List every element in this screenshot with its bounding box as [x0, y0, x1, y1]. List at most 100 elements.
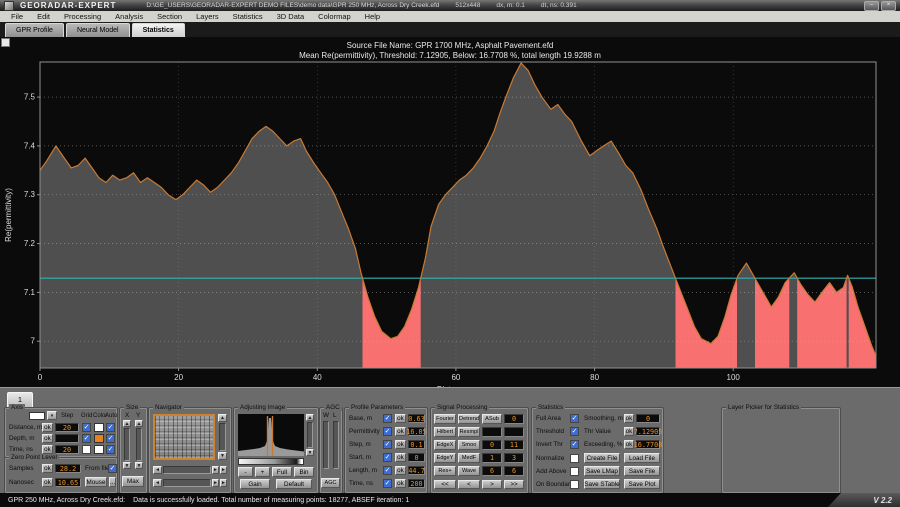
save-lmap-button[interactable]: Save LMap: [584, 466, 620, 476]
samples-ok-button[interactable]: ok: [42, 464, 53, 473]
step-value-field[interactable]: 0.1: [408, 440, 425, 449]
fourier-button[interactable]: Fourier: [434, 414, 456, 424]
navigator-h1-left-button[interactable]: ◄: [153, 466, 162, 474]
axis-distance-grid-checkbox[interactable]: [82, 423, 91, 432]
contrast-plus-button[interactable]: +: [255, 467, 270, 477]
time-ok-button[interactable]: ok: [395, 479, 406, 488]
nanosec-ok-button[interactable]: ok: [42, 478, 53, 487]
axis-header-button[interactable]: ▾: [47, 411, 57, 420]
wave-field2[interactable]: 6: [504, 466, 524, 476]
size-max-button[interactable]: Max: [122, 476, 144, 487]
edgex-button[interactable]: EdgeX: [434, 440, 456, 450]
signal-prev-button[interactable]: <: [458, 480, 480, 489]
invert-thr-checkbox[interactable]: [570, 440, 579, 449]
axis-depth-auto-checkbox[interactable]: [106, 434, 115, 443]
resmpl-field1[interactable]: [482, 427, 502, 437]
size-y-down-button[interactable]: ▼: [135, 462, 143, 469]
start-value-field[interactable]: 0: [408, 453, 425, 462]
menu-statistics[interactable]: Statistics: [226, 12, 270, 21]
menu-analysis[interactable]: Analysis: [108, 12, 150, 21]
navigator-h2-left-button[interactable]: ◄: [153, 479, 162, 487]
navigator-v-scrollbar[interactable]: [219, 423, 226, 451]
samples-value-field[interactable]: 28.2: [55, 464, 81, 473]
size-x-up-button[interactable]: ▲: [123, 420, 131, 427]
normalize-checkbox[interactable]: [570, 454, 579, 463]
threshold-checkbox[interactable]: [570, 427, 579, 436]
step-checkbox[interactable]: [383, 440, 392, 449]
signal-last-button[interactable]: >>: [504, 480, 524, 489]
save-stable-button[interactable]: Save STable: [584, 479, 620, 489]
size-y-up-button[interactable]: ▲: [135, 420, 143, 427]
exceeding-ok-button[interactable]: ok: [624, 440, 634, 449]
asub-button[interactable]: ASub: [482, 414, 502, 424]
menu-layers[interactable]: Layers: [189, 12, 226, 21]
menu-3d-data[interactable]: 3D Data: [270, 12, 312, 21]
default-button[interactable]: Default: [276, 479, 312, 489]
axis-time-grid-checkbox[interactable]: [82, 445, 91, 454]
gain-button[interactable]: Gain: [240, 479, 270, 489]
histogram-v-scrollbar[interactable]: [307, 422, 313, 448]
permittivity-value-field[interactable]: 16.05: [408, 427, 425, 436]
mouse-button[interactable]: Mouse: [85, 477, 107, 487]
axis-distance-auto-checkbox[interactable]: [106, 423, 115, 432]
menu-edit[interactable]: Edit: [30, 12, 57, 21]
permittivity-ok-button[interactable]: ok: [395, 427, 406, 436]
navigator-h2-right2-button[interactable]: ►: [220, 479, 227, 487]
smoo-button[interactable]: Smoo: [458, 440, 480, 450]
menu-colormap[interactable]: Colormap: [311, 12, 358, 21]
navigator-h1-right2-button[interactable]: ►: [220, 466, 227, 474]
navigator-h1-scrollbar[interactable]: [163, 466, 211, 474]
agc-l-slider[interactable]: [333, 421, 339, 469]
from-file-checkbox[interactable]: [108, 464, 117, 473]
length-ok-button[interactable]: ok: [395, 466, 406, 475]
base-ok-button[interactable]: ok: [395, 414, 406, 423]
contrast-minus-button[interactable]: -: [238, 467, 253, 477]
axis-time-auto-checkbox[interactable]: [106, 445, 115, 454]
menu-section[interactable]: Section: [150, 12, 189, 21]
navigator-h2-right-button[interactable]: ►: [212, 479, 219, 487]
wave-field1[interactable]: 6: [482, 466, 502, 476]
axis-depth-color-swatch[interactable]: [94, 434, 104, 443]
medf-field1[interactable]: 1: [482, 453, 502, 463]
navigator-h2-scrollbar[interactable]: [163, 479, 211, 487]
axis-depth-step-field[interactable]: [55, 434, 79, 443]
axis-distance-ok-button[interactable]: ok: [42, 423, 53, 432]
create-file-button[interactable]: Create File: [584, 453, 620, 463]
resmpl-button[interactable]: Resmpl: [458, 427, 480, 437]
navigator-radargram-image[interactable]: [153, 414, 215, 460]
save-plot-button[interactable]: Save Plot: [624, 479, 660, 489]
zero-point-more-button[interactable]: …: [109, 477, 116, 487]
agc-w-slider[interactable]: [323, 421, 329, 469]
navigator-scroll-up-button[interactable]: ▲: [218, 414, 227, 422]
full-area-checkbox[interactable]: [570, 414, 579, 423]
close-button[interactable]: ×: [881, 1, 896, 11]
time-value-field[interactable]: 200: [408, 479, 425, 488]
medf-button[interactable]: MedF: [458, 453, 480, 463]
tab-statistics[interactable]: Statistics: [132, 23, 185, 37]
add-above-checkbox[interactable]: [570, 467, 579, 476]
minimize-button[interactable]: –: [864, 1, 879, 11]
axis-distance-step-field[interactable]: 20: [55, 423, 79, 432]
edgey-button[interactable]: EdgeY: [434, 453, 456, 463]
thr-value-field[interactable]: 7.12905: [636, 427, 660, 436]
base-checkbox[interactable]: [383, 414, 392, 423]
axis-header-swatch[interactable]: [29, 412, 45, 420]
agc-button[interactable]: AGC: [321, 478, 340, 488]
base-value-field[interactable]: 0.63: [408, 414, 425, 423]
nanosec-value-field[interactable]: 10.65: [55, 478, 81, 487]
resplus-button[interactable]: Res+: [434, 466, 456, 476]
signal-first-button[interactable]: <<: [434, 480, 456, 489]
grayscale-gradient-bar[interactable]: [238, 458, 304, 465]
axis-time-ok-button[interactable]: ok: [42, 445, 53, 454]
permittivity-checkbox[interactable]: [383, 427, 392, 436]
smoo-field2[interactable]: 11: [504, 440, 524, 450]
axis-time-color-swatch[interactable]: [94, 445, 104, 454]
tab-gpr-profile[interactable]: GPR Profile: [5, 23, 64, 37]
tab-neural-model[interactable]: Neural Model: [66, 23, 130, 37]
medf-field2[interactable]: 3: [504, 453, 524, 463]
length-value-field[interactable]: 44.7: [408, 466, 425, 475]
resmpl-field2[interactable]: [504, 427, 524, 437]
asub-value-field[interactable]: 0: [504, 414, 524, 424]
histogram-scroll-down-button[interactable]: ▼: [306, 449, 314, 456]
start-ok-button[interactable]: ok: [395, 453, 406, 462]
